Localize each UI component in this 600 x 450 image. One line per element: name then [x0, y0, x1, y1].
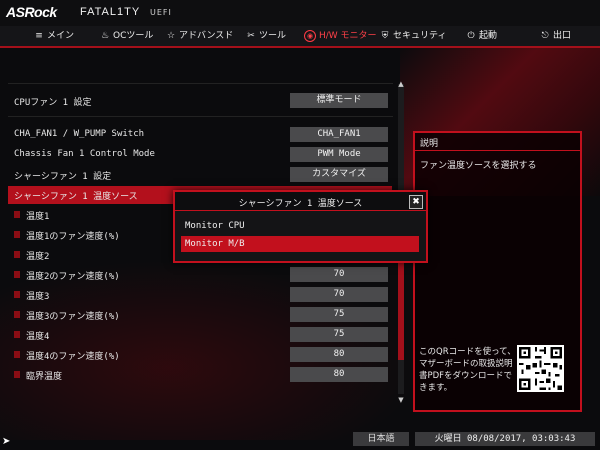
setting-label: 温度4のファン速度(%)	[26, 352, 120, 362]
setting-label: CPUファン 1 設定	[14, 98, 92, 108]
tools-icon: ✂	[247, 31, 255, 41]
tab-label: ツール	[259, 31, 287, 41]
tab-label: アドバンスド	[179, 31, 234, 41]
close-icon[interactable]: ✖	[409, 195, 423, 209]
bullet	[14, 311, 20, 318]
bullet	[14, 271, 20, 278]
setting-chassis-fan[interactable]: シャーシファン 1 設定 カスタマイズ	[8, 166, 392, 184]
bullet	[14, 251, 20, 258]
tab-boot[interactable]: ⏻ 起動	[466, 26, 497, 46]
setting-label: 温度3のファン速度(%)	[26, 312, 120, 322]
description-header: 説明	[414, 132, 580, 151]
monitor-icon: ◉	[304, 29, 316, 42]
description-text: ファン温度ソースを選択する	[420, 161, 537, 171]
setting-label: 温度1のファン速度(%)	[26, 232, 120, 242]
tab-label: 出口	[553, 31, 572, 41]
flame-icon: ♨	[100, 31, 110, 41]
description-title: 説明	[420, 139, 439, 149]
bullet	[14, 231, 20, 238]
datetime-display: 火曜日 08/08/2017, 03:03:43	[415, 432, 595, 446]
setting-label: 温度4	[26, 332, 50, 342]
tab-label: H/W モニター	[319, 31, 377, 41]
star-icon: ☆	[166, 31, 176, 41]
tab-tools[interactable]: ✂ ツール	[246, 26, 286, 46]
power-icon: ⏻	[467, 31, 475, 41]
setting-label: シャーシファン 1 温度ソース	[14, 192, 138, 202]
tab-label: OCツール	[113, 31, 154, 41]
setting-critical-temp[interactable]: 臨界温度 80	[8, 366, 392, 384]
setting-label: Chassis Fan 1 Control Mode	[14, 149, 155, 159]
setting-value[interactable]: 70	[290, 287, 388, 302]
setting-value[interactable]: 75	[290, 327, 388, 342]
tab-label: メイン	[47, 31, 75, 41]
setting-value[interactable]: PWM Mode	[290, 147, 388, 162]
setting-label: 温度3	[26, 292, 50, 302]
tab-exit[interactable]: ⎋ 出口	[540, 26, 571, 46]
main-nav: ≡ メイン ♨ OCツール ☆ アドバンスド ✂ ツール ◉ H/W モニター ⛨ セキュリ…	[0, 26, 600, 48]
setting-label: 臨界温度	[26, 372, 63, 382]
qr-instructions: このQRコードを使って、マザーボードの取扱説明書PDFをダウンロードできます。	[419, 347, 516, 393]
setting-value[interactable]: 標準モード	[290, 93, 388, 108]
setting-fan-switch[interactable]: CHA_FAN1 / W_PUMP Switch CHA_FAN1	[8, 126, 392, 144]
qr-code	[517, 345, 564, 392]
setting-value[interactable]: 70	[290, 267, 388, 282]
setting-temp4[interactable]: 温度4 75	[8, 326, 392, 344]
bullet	[14, 211, 20, 218]
setting-label: シャーシファン 1 設定	[14, 172, 112, 182]
menu-icon: ≡	[35, 31, 43, 41]
tab-hw-monitor[interactable]: ◉ H/W モニター	[304, 26, 377, 46]
setting-label: 温度1	[26, 212, 50, 222]
shield-icon: ⛨	[381, 31, 389, 41]
scroll-up-arrow-icon[interactable]: ▲	[396, 80, 406, 88]
setting-label: 温度2	[26, 252, 50, 262]
temp-source-popup: シャーシファン 1 温度ソース ✖ Monitor CPU Monitor M/…	[173, 190, 428, 263]
setting-temp3-speed[interactable]: 温度3のファン速度(%) 75	[8, 306, 392, 324]
option-monitor-mb[interactable]: Monitor M/B	[181, 236, 419, 252]
tab-label: セキュリティ	[393, 31, 447, 41]
scroll-down-arrow-icon[interactable]: ▼	[396, 396, 406, 404]
tab-oc-tools[interactable]: ♨ OCツール	[100, 26, 153, 46]
divider	[8, 116, 393, 117]
mouse-cursor-icon: ➤	[2, 436, 11, 447]
setting-label: CHA_FAN1 / W_PUMP Switch	[14, 129, 145, 139]
setting-temp4-speed[interactable]: 温度4のファン速度(%) 80	[8, 346, 392, 364]
tab-label: 起動	[479, 31, 498, 41]
setting-label: 温度2のファン速度(%)	[26, 272, 120, 282]
tab-main[interactable]: ≡ メイン	[34, 26, 74, 46]
bullet	[14, 351, 20, 358]
exit-icon: ⎋	[541, 31, 549, 41]
setting-value[interactable]: 80	[290, 367, 388, 382]
setting-control-mode[interactable]: Chassis Fan 1 Control Mode PWM Mode	[8, 146, 392, 164]
language-button[interactable]: 日本語	[353, 432, 409, 446]
setting-value[interactable]: 80	[290, 347, 388, 362]
bullet	[14, 291, 20, 298]
option-monitor-cpu[interactable]: Monitor CPU	[181, 218, 419, 234]
tab-security[interactable]: ⛨ セキュリティ	[380, 26, 447, 46]
setting-value[interactable]: 75	[290, 307, 388, 322]
uefi-label: UEFI	[150, 8, 172, 17]
bullet	[14, 371, 20, 378]
setting-value[interactable]: CHA_FAN1	[290, 127, 388, 142]
product-logo: FATAL1TY	[80, 6, 141, 18]
setting-temp2-speed[interactable]: 温度2のファン速度(%) 70	[8, 266, 392, 284]
popup-header: シャーシファン 1 温度ソース ✖	[175, 192, 426, 211]
popup-title: シャーシファン 1 温度ソース	[238, 199, 363, 209]
setting-cpu-fan[interactable]: CPUファン 1 設定 標準モード	[8, 92, 392, 110]
divider	[8, 83, 393, 84]
setting-temp3[interactable]: 温度3 70	[8, 286, 392, 304]
setting-value[interactable]: カスタマイズ	[290, 167, 388, 182]
bullet	[14, 331, 20, 338]
tab-advanced[interactable]: ☆ アドバンスド	[166, 26, 233, 46]
header-bar: ASRock FATAL1TY UEFI	[0, 0, 600, 26]
brand-logo: ASRock	[6, 4, 57, 20]
